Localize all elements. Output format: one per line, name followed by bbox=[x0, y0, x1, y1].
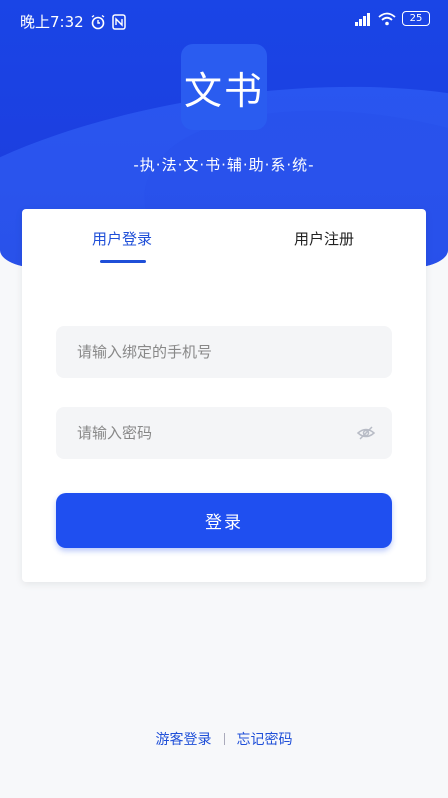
app-logo: 文书 bbox=[181, 44, 267, 130]
alarm-icon bbox=[91, 14, 105, 29]
phone-field[interactable] bbox=[56, 326, 392, 378]
password-input[interactable] bbox=[77, 424, 337, 442]
phone-input[interactable] bbox=[77, 343, 337, 361]
eye-hidden-icon[interactable] bbox=[356, 423, 376, 443]
password-field[interactable] bbox=[56, 407, 392, 459]
status-right: 25 bbox=[352, 11, 430, 26]
login-button[interactable]: 登录 bbox=[56, 493, 392, 548]
signal-icon bbox=[355, 12, 370, 26]
guest-login-link[interactable]: 游客登录 bbox=[156, 729, 212, 749]
active-tab-indicator bbox=[100, 260, 146, 263]
bottom-links: 游客登录 忘记密码 bbox=[0, 729, 448, 749]
status-time: 晚上7:32 bbox=[20, 13, 84, 31]
tab-user-register[interactable]: 用户注册 bbox=[294, 228, 354, 249]
battery-icon: 25 bbox=[402, 11, 430, 26]
app-tagline: -执·法·文·书·辅·助·系·统- bbox=[133, 156, 315, 174]
login-card: 用户登录 用户注册 登录 bbox=[22, 209, 426, 582]
link-divider bbox=[223, 733, 225, 745]
status-bar: 晚上7:32 25 bbox=[0, 0, 448, 40]
wifi-icon bbox=[378, 12, 396, 25]
nfc-icon bbox=[111, 13, 126, 30]
forgot-password-link[interactable]: 忘记密码 bbox=[237, 729, 293, 749]
status-left: 晚上7:32 bbox=[20, 11, 126, 32]
tab-user-login[interactable]: 用户登录 bbox=[92, 228, 152, 249]
